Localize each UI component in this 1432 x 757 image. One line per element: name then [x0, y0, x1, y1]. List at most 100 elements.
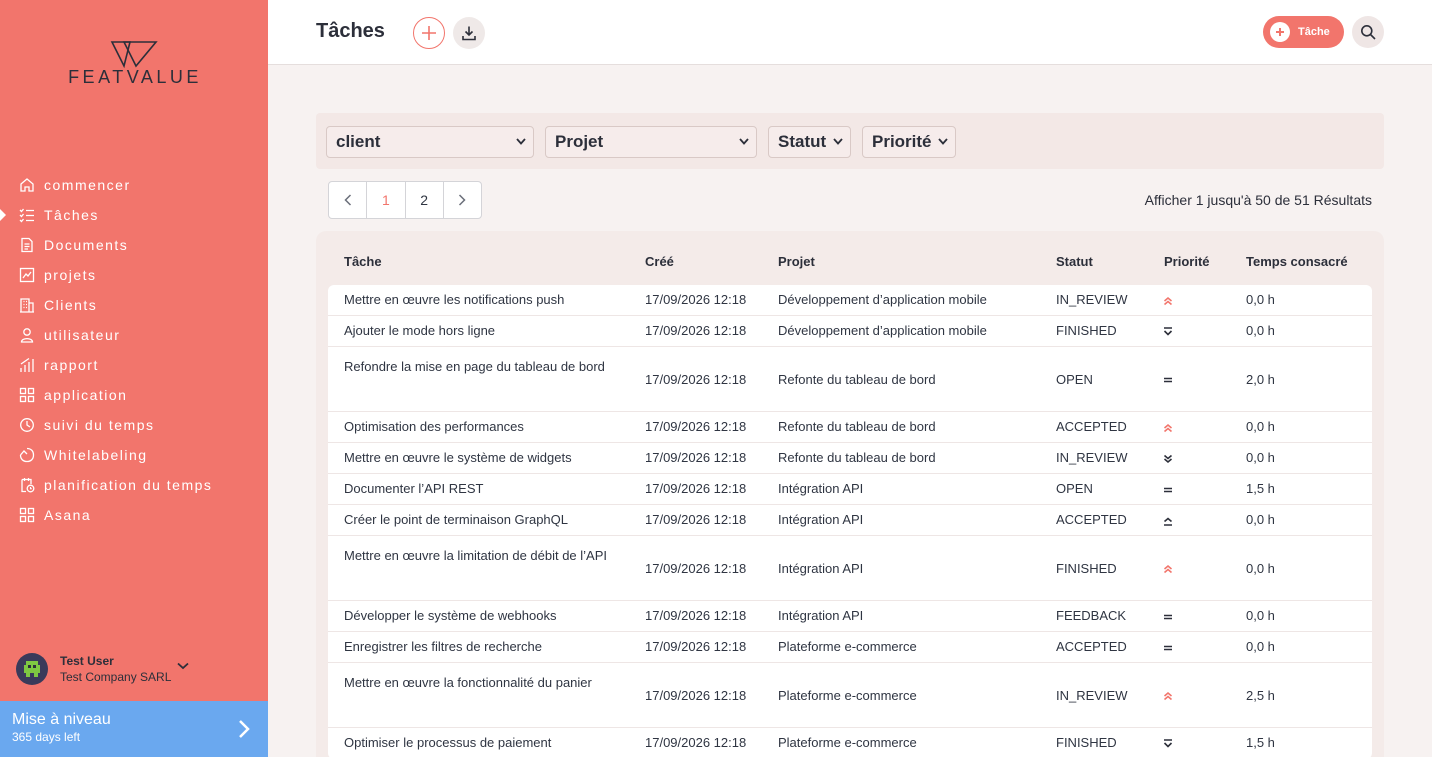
- pagination-prev[interactable]: [329, 182, 368, 218]
- priority-highest-icon: [1162, 421, 1174, 435]
- upgrade-banner[interactable]: Mise à niveau 365 days left: [0, 701, 268, 757]
- table-row[interactable]: Mettre en œuvre le système de widgets 17/…: [328, 443, 1372, 474]
- column-header-priority[interactable]: Priorité: [1164, 254, 1210, 269]
- home-icon: [17, 175, 37, 195]
- search-button[interactable]: [1352, 16, 1384, 48]
- task-cell: Mettre en œuvre la fonctionnalité du pan…: [344, 675, 592, 690]
- plus-icon: [1270, 22, 1290, 42]
- time-cell: 0,0 h: [1246, 323, 1275, 338]
- table-row[interactable]: Créer le point de terminaison GraphQL 17/…: [328, 505, 1372, 536]
- project-cell: Plateforme e-commerce: [778, 688, 917, 703]
- sidebar-item-label: Whitelabeling: [44, 447, 148, 463]
- sidebar-item-clients[interactable]: Clients: [0, 290, 268, 320]
- time-cell: 0,0 h: [1246, 450, 1275, 465]
- tag-icon: [17, 445, 37, 465]
- user-menu[interactable]: Test User Test Company SARL: [16, 651, 256, 687]
- created-cell: 17/09/2026 12:18: [645, 481, 747, 496]
- table-row[interactable]: Mettre en œuvre les notifications push 17…: [328, 285, 1372, 316]
- download-button[interactable]: [453, 17, 485, 49]
- task-cell: Refondre la mise en page du tableau de b…: [344, 359, 605, 374]
- column-header-task[interactable]: Tâche: [344, 254, 382, 269]
- sidebar-item-taches[interactable]: Tâches: [0, 200, 268, 230]
- sidebar-item-projets[interactable]: projets: [0, 260, 268, 290]
- time-cell: 0,0 h: [1246, 639, 1275, 654]
- priority-high-icon: [1162, 514, 1174, 528]
- table-row[interactable]: Optimisation des performances 17/09/2026 …: [328, 412, 1372, 443]
- document-icon: [17, 235, 37, 255]
- filter-bar: client Projet Statut Priorité: [316, 113, 1384, 169]
- pagination-page-1[interactable]: 1: [367, 182, 406, 218]
- results-summary: Afficher 1 jusqu'à 50 de 51 Résultats: [1144, 192, 1372, 208]
- table-row[interactable]: Mettre en œuvre la limitation de débit d…: [328, 536, 1372, 601]
- priority-filter-select[interactable]: Priorité: [862, 126, 956, 158]
- apps-icon: [17, 385, 37, 405]
- sidebar-item-documents[interactable]: Documents: [0, 230, 268, 260]
- tasks-table: Tâche Créé Projet Statut Priorité Temps …: [316, 231, 1384, 757]
- add-task-button[interactable]: [413, 17, 445, 49]
- created-cell: 17/09/2026 12:18: [645, 292, 747, 307]
- chevron-right-icon: [459, 194, 466, 206]
- pagination-next[interactable]: [444, 182, 481, 218]
- sidebar-item-asana[interactable]: Asana: [0, 500, 268, 530]
- sidebar-item-application[interactable]: application: [0, 380, 268, 410]
- user-icon: [17, 325, 37, 345]
- pagination: 1 2: [328, 181, 482, 219]
- upgrade-title: Mise à niveau: [12, 711, 111, 728]
- priority-highest-icon: [1162, 689, 1174, 703]
- sidebar-item-commencer[interactable]: commencer: [0, 170, 268, 200]
- upgrade-subtitle: 365 days left: [12, 730, 81, 744]
- priority-lowest-bar-icon: [1162, 737, 1174, 751]
- sidebar-item-planification[interactable]: planification du temps: [0, 470, 268, 500]
- table-row[interactable]: Mettre en œuvre la fonctionnalité du pan…: [328, 663, 1372, 728]
- status-cell: OPEN: [1056, 372, 1093, 387]
- chevron-right-icon: [239, 720, 250, 738]
- created-cell: 17/09/2026 12:18: [645, 323, 747, 338]
- project-filter-value: Projet: [555, 132, 604, 151]
- status-cell: IN_REVIEW: [1056, 450, 1128, 465]
- priority-medium-icon: [1162, 641, 1174, 655]
- table-row[interactable]: Ajouter le mode hors ligne 17/09/2026 12:…: [328, 316, 1372, 347]
- sidebar-item-rapport[interactable]: rapport: [0, 350, 268, 380]
- table-row[interactable]: Documenter l’API REST 17/09/2026 12:18 Int…: [328, 474, 1372, 505]
- time-cell: 2,5 h: [1246, 688, 1275, 703]
- pagination-page-2[interactable]: 2: [406, 182, 444, 218]
- column-header-status[interactable]: Statut: [1056, 254, 1093, 269]
- task-cell: Documenter l’API REST: [344, 481, 484, 496]
- search-icon: [1361, 25, 1376, 40]
- avatar: [16, 653, 48, 685]
- project-filter-select[interactable]: Projet: [545, 126, 757, 158]
- table-row[interactable]: Développer le système de webhooks 17/09/2…: [328, 601, 1372, 632]
- table-row[interactable]: Optimiser le processus de paiement 17/09/…: [328, 728, 1372, 757]
- created-cell: 17/09/2026 12:18: [645, 561, 747, 576]
- sidebar-item-utilisateur[interactable]: utilisateur: [0, 320, 268, 350]
- sidebar-item-whitelabeling[interactable]: Whitelabeling: [0, 440, 268, 470]
- client-filter-select[interactable]: client: [326, 126, 534, 158]
- chevron-left-icon: [344, 194, 351, 206]
- column-header-created[interactable]: Créé: [645, 254, 674, 269]
- column-header-time[interactable]: Temps consacré: [1246, 254, 1348, 269]
- table-row[interactable]: Refondre la mise en page du tableau de b…: [328, 347, 1372, 412]
- page-title: Tâches: [316, 20, 385, 42]
- project-cell: Intégration API: [778, 561, 864, 576]
- chevron-down-icon[interactable]: [177, 662, 189, 670]
- time-cell: 1,5 h: [1246, 481, 1275, 496]
- chevron-down-icon: [833, 138, 843, 145]
- time-cell: 1,5 h: [1246, 735, 1275, 750]
- user-name: Test User: [60, 654, 114, 668]
- created-cell: 17/09/2026 12:18: [645, 688, 747, 703]
- pixel-avatar-icon: [24, 661, 40, 677]
- sidebar-item-label: Documents: [44, 237, 129, 253]
- status-cell: ACCEPTED: [1056, 419, 1127, 434]
- logo[interactable]: FEATVALUE: [40, 40, 230, 92]
- status-filter-select[interactable]: Statut: [768, 126, 851, 158]
- table-row[interactable]: Enregistrer les filtres de recherche 17/0…: [328, 632, 1372, 663]
- column-header-project[interactable]: Projet: [778, 254, 815, 269]
- sidebar-nav: commencer Tâches Documents projets Clien…: [0, 170, 268, 530]
- new-task-button[interactable]: Tâche: [1263, 16, 1344, 48]
- sidebar-item-suivi-du-temps[interactable]: suivi du temps: [0, 410, 268, 440]
- bar-chart-icon: [17, 355, 37, 375]
- chevron-down-icon: [516, 138, 526, 145]
- priority-highest-icon: [1162, 562, 1174, 576]
- project-cell: Refonte du tableau de bord: [778, 419, 936, 434]
- table-body: Mettre en œuvre les notifications push 17…: [328, 285, 1372, 757]
